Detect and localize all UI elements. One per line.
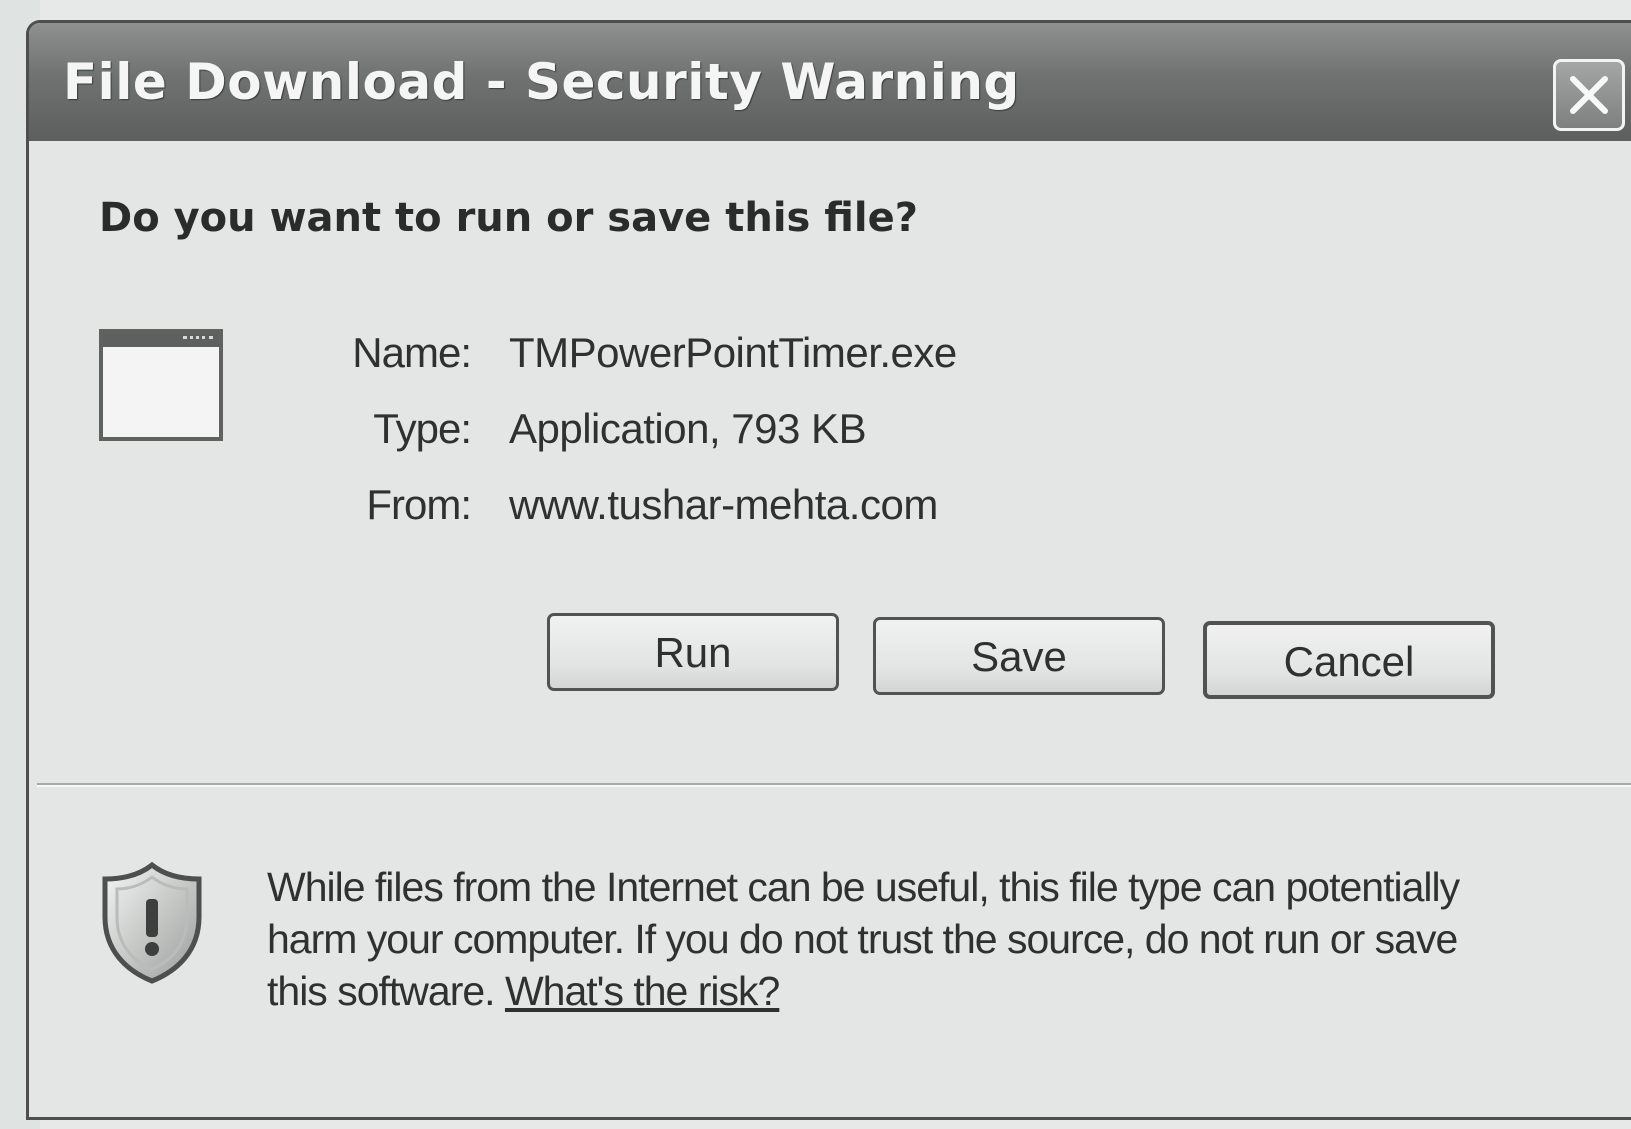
page: File Download - Security Warning Do you … <box>0 0 1631 1129</box>
divider <box>37 783 1631 787</box>
name-value: TMPowerPointTimer.exe <box>509 329 957 376</box>
run-button[interactable]: Run <box>547 613 839 691</box>
warning-text: While files from the Internet can be use… <box>267 864 1460 1014</box>
title-bar[interactable]: File Download - Security Warning <box>29 23 1631 141</box>
application-window-icon <box>99 329 223 441</box>
shield-warning-icon <box>97 859 207 990</box>
type-label: Type: <box>373 405 472 452</box>
window-title: File Download - Security Warning <box>63 53 1020 111</box>
whats-the-risk-link[interactable]: What's the risk? <box>505 968 780 1014</box>
from-label: From: <box>366 481 472 528</box>
name-label: Name: <box>352 329 472 376</box>
cancel-button[interactable]: Cancel <box>1203 621 1495 699</box>
from-value: www.tushar-mehta.com <box>509 481 938 528</box>
file-download-dialog: File Download - Security Warning Do you … <box>26 20 1631 1120</box>
security-warning-message: While files from the Internet can be use… <box>267 861 1527 1017</box>
close-button[interactable] <box>1553 59 1625 131</box>
dialog-question: Do you want to run or save this file? <box>99 195 918 241</box>
save-button[interactable]: Save <box>873 617 1165 695</box>
type-value: Application, 793 KB <box>509 405 867 452</box>
